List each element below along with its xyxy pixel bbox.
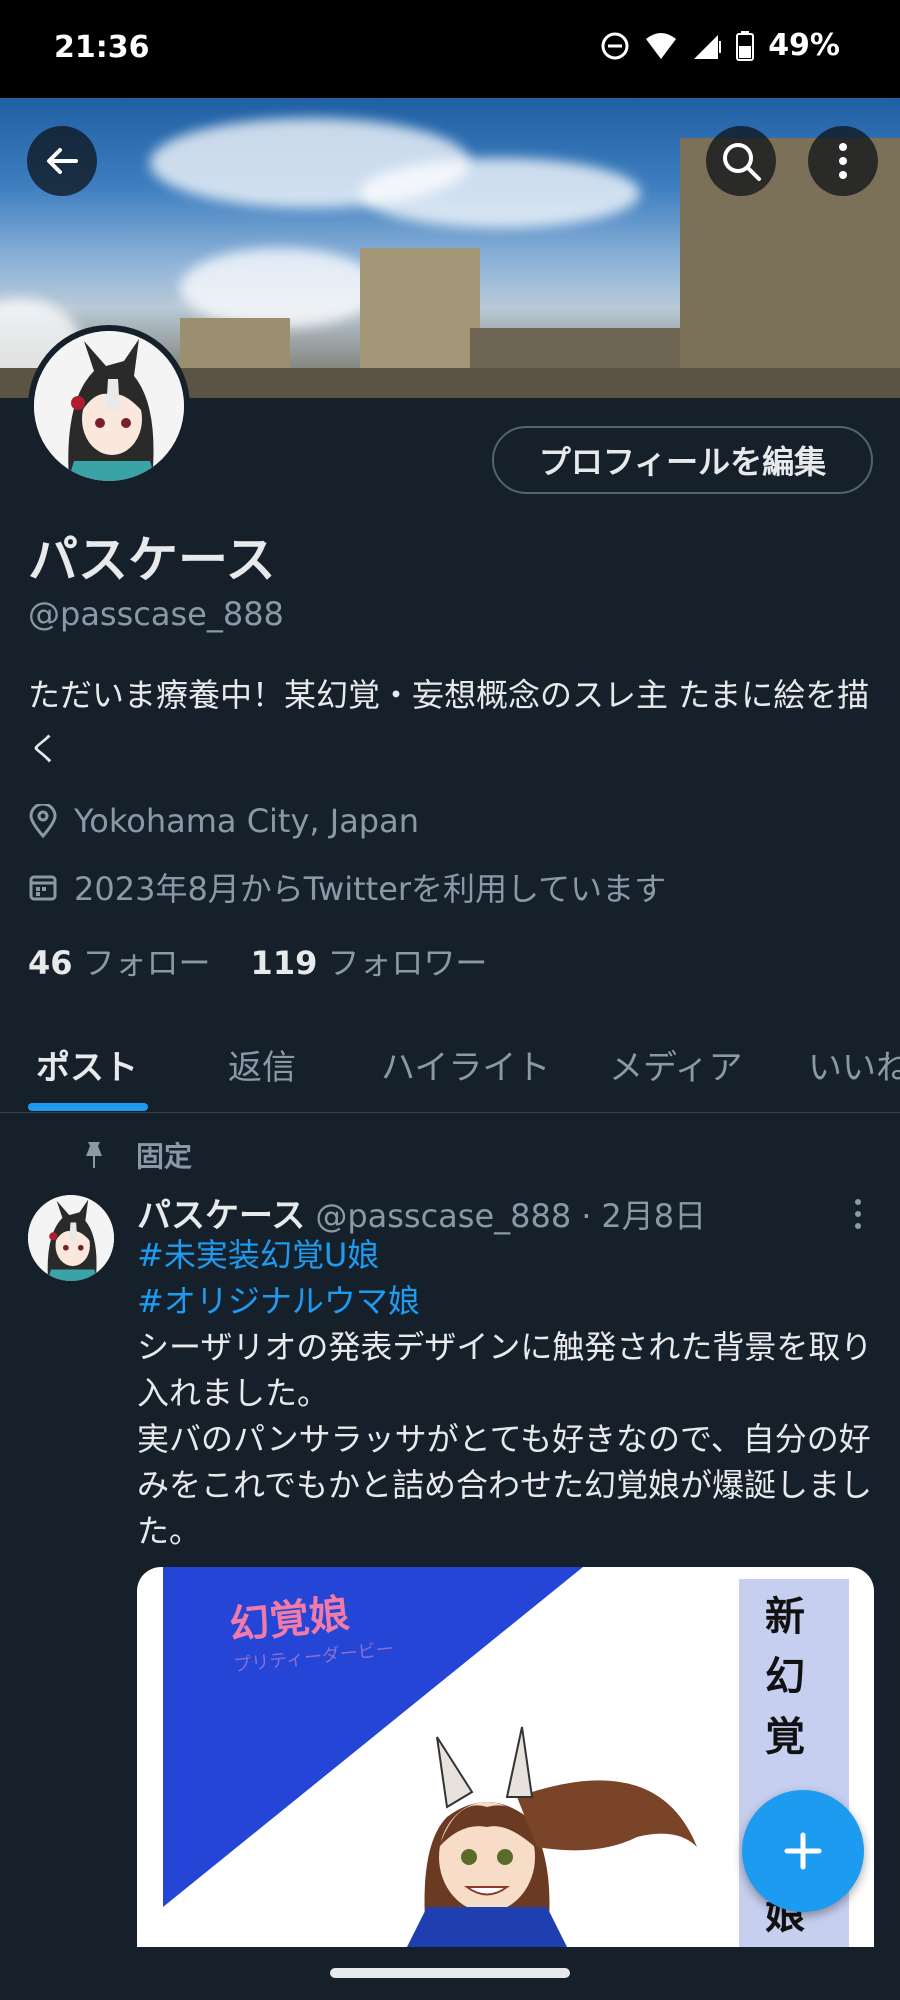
do-not-disturb-icon (601, 32, 629, 59)
home-indicator[interactable] (330, 1968, 570, 1978)
post-date[interactable]: 2月8日 (601, 1191, 706, 1237)
avatar-illustration (28, 1195, 114, 1281)
hashtag-link[interactable]: #未実装幻覚U娘 (137, 1232, 877, 1278)
post-separator: · (581, 1197, 592, 1235)
post-author-handle[interactable]: @passcase_888 (315, 1197, 571, 1235)
follow-stats: 46 フォロー 119 フォロワー (28, 938, 487, 984)
tab-posts[interactable]: ポスト (36, 1040, 138, 1089)
following-label: フォロー (82, 944, 211, 982)
plus-icon (784, 1832, 822, 1870)
followers-label: フォロワー (327, 944, 488, 982)
post-body: #未実装幻覚U娘 #オリジナルウマ娘 シーザリオの発表デザインに触発された背景を… (137, 1232, 877, 1554)
wifi-icon (646, 32, 677, 59)
profile-handle: @passcase_888 (28, 595, 284, 633)
edit-profile-button[interactable]: プロフィールを編集 (492, 426, 873, 494)
back-button[interactable] (27, 126, 97, 196)
profile-location: Yokohama City, Japan (28, 802, 419, 840)
search-button[interactable] (706, 126, 776, 196)
back-arrow-icon (47, 148, 78, 174)
calendar-icon (29, 875, 57, 901)
tab-highlights[interactable]: ハイライト (381, 1040, 550, 1089)
post-more-icon[interactable] (848, 1196, 868, 1232)
post-text-line: 実バのパンサラッサがとても好きなので、自分の好みをこれでもかと詰め合わせた幻覚娘… (137, 1420, 873, 1550)
active-tab-indicator (28, 1103, 148, 1111)
profile-tabs: ポスト 返信 ハイライト メディア いいね (0, 1000, 900, 1113)
tab-replies[interactable]: 返信 (228, 1040, 296, 1089)
battery-percent: 49% (768, 28, 840, 63)
location-pin-icon (29, 804, 57, 838)
character-illustration (407, 1726, 697, 1947)
following-link[interactable]: 46 フォロー (28, 938, 211, 984)
search-icon (723, 143, 761, 181)
profile-bio: ただいま療養中！某幻覚・妄想概念のスレ主 たまに絵を描く (28, 676, 870, 768)
avatar-illustration (34, 331, 184, 481)
more-vertical-icon (839, 143, 847, 179)
status-icons: 49% (600, 28, 840, 63)
following-count: 46 (28, 944, 73, 982)
post-text-line: シーザリオの発表デザインに触発された背景を取り入れました。 (137, 1328, 873, 1412)
media-vertical-text: 新幻覚 (765, 1593, 805, 1760)
post-header: パスケース @passcase_888 · 2月8日 (137, 1188, 706, 1237)
post-author-avatar[interactable] (28, 1195, 114, 1281)
pin-icon (86, 1142, 102, 1168)
profile-display-name: パスケース (28, 531, 276, 589)
more-options-button[interactable] (808, 126, 878, 196)
joined-text: 2023年8月からTwitterを利用しています (74, 870, 667, 908)
post-author-name[interactable]: パスケース (137, 1188, 305, 1237)
pinned-indicator: 固定 (80, 1135, 192, 1175)
hashtag-link[interactable]: #オリジナルウマ娘 (137, 1278, 877, 1324)
location-text: Yokohama City, Japan (74, 802, 419, 840)
battery-icon (736, 30, 755, 61)
pinned-label: 固定 (136, 1140, 193, 1173)
status-bar: 21:36 49% (0, 0, 900, 98)
signal-icon (694, 34, 722, 59)
tab-media[interactable]: メディア (609, 1040, 743, 1089)
profile-joined: 2023年8月からTwitterを利用しています (28, 864, 666, 910)
followers-link[interactable]: 119 フォロワー (251, 938, 488, 984)
tab-likes[interactable]: いいね (808, 1040, 900, 1089)
compose-fab-button[interactable] (742, 1790, 864, 1912)
profile-avatar[interactable] (28, 325, 190, 487)
followers-count: 119 (250, 944, 318, 982)
status-time: 21:36 (54, 30, 150, 65)
